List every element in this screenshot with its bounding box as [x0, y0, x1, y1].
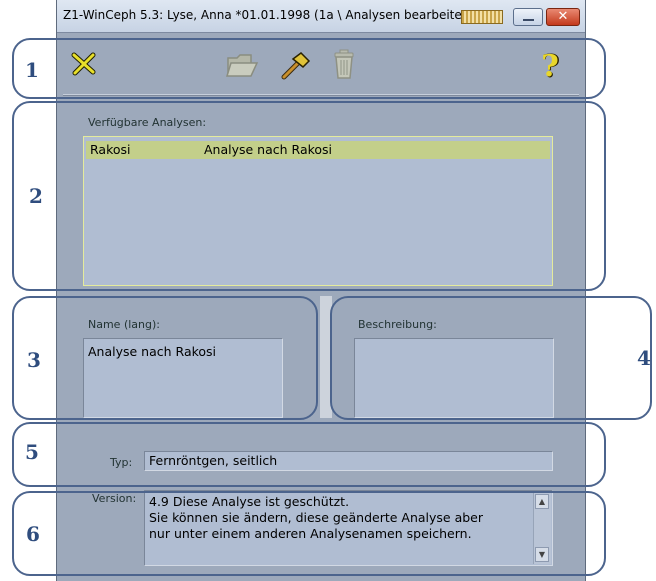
- name-long-label: Name (lang):: [88, 318, 160, 331]
- type-label: Typ:: [110, 456, 133, 469]
- close-window-label: ✕: [557, 9, 569, 24]
- minimize-button[interactable]: [513, 8, 543, 26]
- available-analyses-label: Verfügbare Analysen:: [88, 116, 207, 129]
- svg-text:?: ?: [541, 49, 559, 82]
- hammer-icon[interactable]: [279, 50, 311, 80]
- scroll-up-icon[interactable]: ▲: [535, 494, 549, 509]
- list-item-selected[interactable]: Rakosi Analyse nach Rakosi: [86, 141, 550, 159]
- description-label: Beschreibung:: [358, 318, 437, 331]
- callout-number-6: 6: [26, 522, 40, 546]
- version-line-2: Sie können sie ändern, diese geänderte A…: [149, 510, 484, 525]
- callout-number-5: 5: [25, 440, 39, 464]
- scroll-down-icon[interactable]: ▼: [535, 547, 549, 562]
- version-line-1: 4.9 Diese Analyse ist geschützt.: [149, 494, 350, 509]
- callout-number-3: 3: [27, 348, 41, 372]
- description-field[interactable]: [354, 338, 554, 418]
- close-window-button[interactable]: ✕: [546, 8, 580, 26]
- version-label: Version:: [92, 492, 137, 505]
- type-field[interactable]: Fernröntgen, seitlich: [144, 451, 553, 471]
- version-line-3: nur unter einem anderen Analysenamen spe…: [149, 526, 472, 541]
- analysis-name-cell: Rakosi: [90, 142, 131, 157]
- version-scrollbar[interactable]: ▲ ▼: [533, 492, 551, 564]
- help-icon[interactable]: ? ?: [537, 48, 565, 82]
- close-x-icon[interactable]: [71, 52, 97, 76]
- title-bar: Z1-WinCeph 5.3: Lyse, Anna *01.01.1998 (…: [57, 0, 585, 33]
- callout-number-1: 1: [25, 58, 39, 82]
- available-analyses-list[interactable]: Rakosi Analyse nach Rakosi: [83, 136, 553, 286]
- analysis-description-cell: Analyse nach Rakosi: [204, 142, 333, 157]
- keyboard-icon[interactable]: [461, 10, 503, 24]
- panel-gap: [320, 296, 332, 418]
- callout-number-2: 2: [29, 184, 43, 208]
- open-folder-icon[interactable]: [225, 50, 259, 80]
- callout-number-4: 4: [637, 346, 651, 370]
- trash-icon[interactable]: [331, 48, 357, 80]
- version-field[interactable]: 4.9 Diese Analyse ist geschützt. Sie kön…: [144, 490, 553, 566]
- toolbar-separator: [63, 94, 579, 96]
- name-long-field[interactable]: Analyse nach Rakosi: [83, 338, 283, 418]
- window-title: Z1-WinCeph 5.3: Lyse, Anna *01.01.1998 (…: [63, 8, 470, 22]
